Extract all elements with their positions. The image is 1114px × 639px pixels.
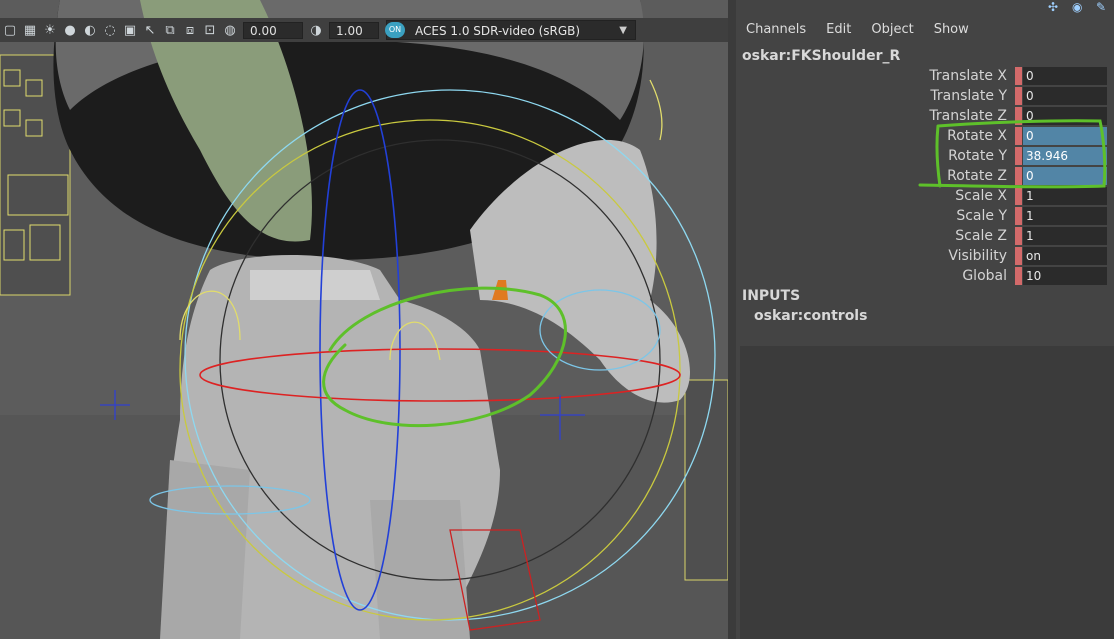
exposure-icon[interactable]: ◍ [222,22,238,38]
colorspace-toggle[interactable]: ON [385,22,405,38]
keyed-indicator [1015,207,1022,225]
attribute-label[interactable]: Rotate Y [948,146,1007,166]
paste-icon[interactable]: ⧈ [182,22,198,38]
inputs-header[interactable]: INPUTS [742,288,800,304]
attribute-label[interactable]: Translate X [929,66,1007,86]
keyed-indicator [1015,87,1022,105]
keyed-indicator [1015,107,1022,125]
attribute-value-field[interactable]: 0 [1023,127,1107,145]
viewport-scene [0,0,728,639]
menu-show[interactable]: Show [924,20,979,40]
keyed-indicator [1015,267,1022,285]
grid-icon[interactable]: ▣ [122,22,138,38]
exposure-field[interactable]: 0.00 [243,21,303,39]
keyed-indicator [1015,187,1022,205]
node-name[interactable]: oskar:FKShoulder_R [742,48,900,64]
attribute-row[interactable]: Rotate Z 0 [736,166,1114,186]
frame-icon[interactable]: ⊡ [202,22,218,38]
attribute-row[interactable]: Scale Z 1 [736,226,1114,246]
colorspace-label: ACES 1.0 SDR-video (sRGB) [415,24,581,38]
copy-icon[interactable]: ⧉ [162,22,178,38]
shade-icon[interactable]: ● [62,22,78,38]
attribute-row[interactable]: Rotate Y 38.946 [736,146,1114,166]
attribute-value-field[interactable]: 0 [1023,87,1107,105]
attribute-value-field[interactable]: 1 [1023,227,1107,245]
attribute-label[interactable]: Scale Y [956,206,1007,226]
checker-icon[interactable]: ▦ [22,22,38,38]
panel-top-icons: ✣ ◉ ✎ [1042,0,1114,16]
keyed-indicator [1015,227,1022,245]
gamma-field[interactable]: 1.00 [329,21,379,39]
attribute-label[interactable]: Global [962,266,1007,286]
attribute-value-field[interactable]: on [1023,247,1107,265]
keyed-indicator [1015,127,1022,145]
attribute-row[interactable]: Global 10 [736,266,1114,286]
keyed-indicator [1015,247,1022,265]
attribute-row[interactable]: Translate X 0 [736,66,1114,86]
attribute-value-field[interactable]: 1 [1023,187,1107,205]
attribute-value-field[interactable]: 0 [1023,107,1107,125]
attribute-label[interactable]: Rotate X [947,126,1007,146]
attribute-label[interactable]: Rotate Z [947,166,1007,186]
attribute-label[interactable]: Translate Z [929,106,1007,126]
attribute-value-field[interactable]: 10 [1023,267,1107,285]
attribute-label[interactable]: Visibility [948,246,1007,266]
keyed-indicator [1015,147,1022,165]
attribute-value-field[interactable]: 0 [1023,167,1107,185]
3d-viewport[interactable]: ▢ ▦ ☀ ● ◐ ◌ ▣ ↖ ⧉ ⧈ ⊡ ◍ 0.00 ◑ 1.00 ON A… [0,0,728,639]
attribute-value-field[interactable]: 38.946 [1023,147,1107,165]
attribute-row[interactable]: Scale Y 1 [736,206,1114,226]
cube-icon[interactable]: ▢ [2,22,18,38]
attribute-label[interactable]: Scale X [955,186,1007,206]
attribute-row[interactable]: Scale X 1 [736,186,1114,206]
attribute-row[interactable]: Visibility on [736,246,1114,266]
menu-channels[interactable]: Channels [736,20,816,40]
inputs-node[interactable]: oskar:controls [754,308,867,324]
layer-editor-pane [740,346,1114,639]
axis-icon[interactable]: ✣ [1048,0,1066,16]
wire-icon[interactable]: ◐ [82,22,98,38]
attribute-value-field[interactable]: 0 [1023,67,1107,85]
channel-box-menubar: Channels Edit Object Show [736,20,979,40]
gamma-icon[interactable]: ◑ [308,22,324,38]
attribute-label[interactable]: Scale Z [955,226,1007,246]
attribute-label[interactable]: Translate Y [930,86,1007,106]
attribute-value-field[interactable]: 1 [1023,207,1107,225]
globe-icon[interactable]: ◉ [1072,0,1090,16]
isolate-icon[interactable]: ◌ [102,22,118,38]
attribute-row[interactable]: Translate Z 0 [736,106,1114,126]
viewport-toolbar: ▢ ▦ ☀ ● ◐ ◌ ▣ ↖ ⧉ ⧈ ⊡ ◍ 0.00 ◑ 1.00 ON A… [0,18,728,42]
attribute-row[interactable]: Translate Y 0 [736,86,1114,106]
keyed-indicator [1015,167,1022,185]
chevron-down-icon: ▼ [619,25,627,36]
keyed-indicator [1015,67,1022,85]
channel-box: ✣ ◉ ✎ Channels Edit Object Show oskar:FK… [736,0,1114,639]
cursor-icon[interactable]: ↖ [142,22,158,38]
edit-icon[interactable]: ✎ [1096,0,1114,16]
menu-edit[interactable]: Edit [816,20,861,40]
panel-divider[interactable] [728,0,736,639]
attribute-row[interactable]: Rotate X 0 [736,126,1114,146]
menu-object[interactable]: Object [861,20,923,40]
light-icon[interactable]: ☀ [42,22,58,38]
colorspace-select[interactable]: ON ACES 1.0 SDR-video (sRGB) ▼ [385,20,636,40]
